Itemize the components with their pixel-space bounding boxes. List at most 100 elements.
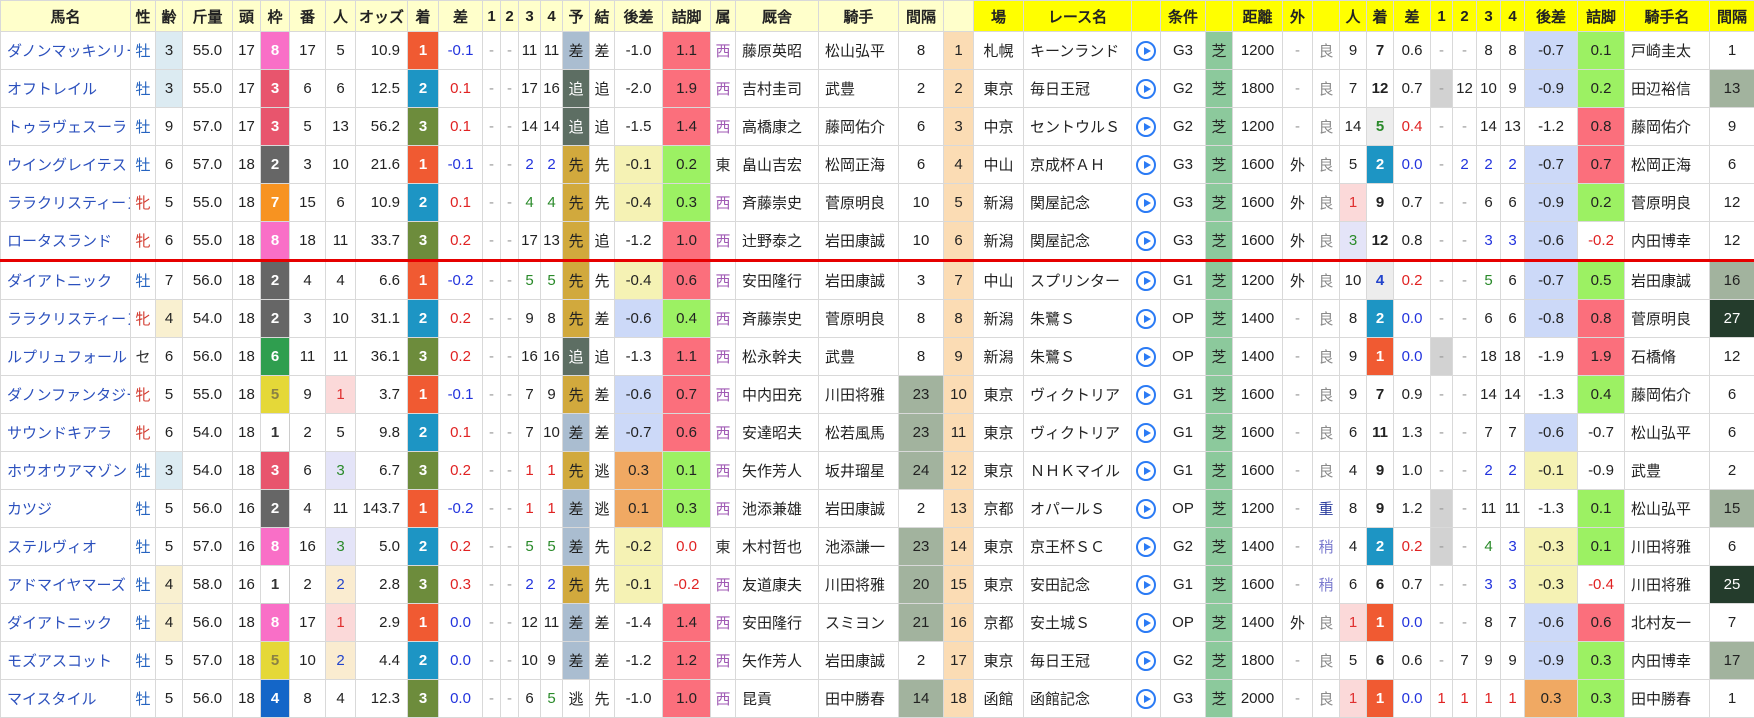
cell-hist-jockey: 内田博幸	[1625, 642, 1710, 680]
replay-play-button[interactable]	[1136, 385, 1156, 405]
horse-name-link[interactable]: ダノンマッキンリー	[7, 43, 131, 60]
cell-outer-course: 外	[1283, 222, 1313, 261]
cell-finish-position: 2	[408, 528, 439, 566]
cell-track: 札幌	[974, 32, 1024, 70]
horse-name-link[interactable]: アドマイヤマーズ	[7, 577, 126, 594]
horse-name-link[interactable]: トゥラヴェスーラ	[7, 119, 127, 136]
replay-play-button[interactable]	[1136, 689, 1156, 709]
cell-hist-popularity: 4	[1340, 528, 1367, 566]
replay-play-button[interactable]	[1136, 193, 1156, 213]
horse-name-link[interactable]: ウイングレイテスト	[7, 157, 131, 174]
replay-play-button[interactable]	[1136, 309, 1156, 329]
cell-hist-pass-position-3: 3	[1477, 566, 1501, 604]
cell-pass-position-1: -	[483, 414, 501, 452]
horse-name-link[interactable]: ルプリュフォール	[7, 349, 127, 366]
horse-name-link[interactable]: ロータスランド	[7, 233, 112, 250]
cell-closing-kick: 0.3	[663, 184, 711, 222]
horse-name-link[interactable]: ダイアトニック	[7, 273, 112, 290]
cell-hist-pass-position-3: 4	[1477, 528, 1501, 566]
horse-name-link[interactable]: ステルヴィオ	[7, 539, 97, 556]
replay-play-button[interactable]	[1136, 117, 1156, 137]
replay-play-button[interactable]	[1136, 537, 1156, 557]
cell-race-name: オパールＳ	[1024, 490, 1132, 528]
horse-name-link[interactable]: カツジ	[7, 501, 52, 518]
column-header-region: 属	[711, 1, 736, 32]
cell-going: 良	[1313, 604, 1340, 642]
cell-odds: 4.4	[356, 642, 408, 680]
cell-hist-jockey: 石橋脩	[1625, 338, 1710, 376]
cell-sex: 牝	[131, 414, 156, 452]
cell-going: 良	[1313, 146, 1340, 184]
replay-play-button[interactable]	[1136, 271, 1156, 291]
replay-play-button[interactable]	[1136, 79, 1156, 99]
cell-running-style-result: 逃	[590, 490, 615, 528]
cell-running-style-result: 追	[590, 108, 615, 146]
replay-play-button[interactable]	[1136, 575, 1156, 595]
cell-odds: 56.2	[356, 108, 408, 146]
table-row: ルプリュフォールセ656.0186111136.130.2--1616追追-1.…	[1, 338, 1754, 376]
replay-play-button[interactable]	[1136, 155, 1156, 175]
cell-jockey: スミヨン	[819, 604, 899, 642]
cell-sex: セ	[131, 338, 156, 376]
cell-race-name: スプリンター	[1024, 261, 1132, 300]
replay-play-button[interactable]	[1136, 651, 1156, 671]
cell-hist-pass-position-3: 9	[1477, 642, 1501, 680]
cell-outer-course: -	[1283, 528, 1313, 566]
column-header-race-name: レース名	[1024, 1, 1132, 32]
cell-outer-course: -	[1283, 566, 1313, 604]
cell-odds: 6.6	[356, 261, 408, 300]
replay-play-button[interactable]	[1136, 423, 1156, 443]
cell-hist-jockey: 菅原明良	[1625, 300, 1710, 338]
cell-margin: 0.1	[439, 70, 483, 108]
cell-hist-pass-position-3: 7	[1477, 414, 1501, 452]
cell-jockey: 田中勝春	[819, 680, 899, 718]
horse-name-link[interactable]: モズアスコット	[7, 653, 112, 670]
cell-pass-position-4: 16	[541, 70, 563, 108]
replay-play-button[interactable]	[1136, 499, 1156, 519]
cell-carried-weight: 55.0	[183, 222, 233, 261]
horse-name-link[interactable]: サウンドキアラ	[7, 425, 112, 442]
cell-hist-pass-position-2: -	[1453, 222, 1477, 261]
cell-popularity: 1	[326, 604, 356, 642]
column-header-stable: 厩舎	[736, 1, 819, 32]
cell-hist-jockey: 岩田康誠	[1625, 261, 1710, 300]
cell-hist-pass-position-4: 14	[1501, 376, 1525, 414]
replay-play-button[interactable]	[1136, 461, 1156, 481]
table-row: カツジ牡556.0162411143.71-0.2--11差逃0.10.3西池添…	[1, 490, 1754, 528]
replay-play-button[interactable]	[1136, 613, 1156, 633]
replay-play-button[interactable]	[1136, 41, 1156, 61]
cell-horse-number: 15	[290, 184, 326, 222]
cell-pass-position-4: 9	[541, 376, 563, 414]
cell-track: 函館	[974, 680, 1024, 718]
cell-race-name: 関屋記念	[1024, 222, 1132, 261]
cell-hist-jockey: 武豊	[1625, 452, 1710, 490]
cell-field-size: 18	[233, 414, 261, 452]
cell-hist-jockey: 戸崎圭太	[1625, 32, 1710, 70]
replay-play-button[interactable]	[1136, 347, 1156, 367]
horse-name-link[interactable]: ララクリスティーヌ	[7, 311, 131, 328]
cell-hist-margin: 0.0	[1394, 146, 1431, 184]
cell-surface: 芝	[1206, 376, 1233, 414]
cell-popularity: 4	[326, 261, 356, 300]
cell-track: 東京	[974, 566, 1024, 604]
horse-name-link[interactable]: ダノンファンタジー	[7, 387, 131, 404]
cell-race-interval: 8	[899, 338, 944, 376]
cell-row-index: 6	[944, 222, 974, 261]
cell-hist-pass-position-2: -	[1453, 604, 1477, 642]
horse-name-link[interactable]: ララクリスティーヌ	[7, 195, 131, 212]
horse-name-link[interactable]: ホウオウアマゾン	[7, 463, 127, 480]
cell-popularity: 6	[326, 70, 356, 108]
cell-pass-position-3: 4	[519, 184, 541, 222]
replay-play-button[interactable]	[1136, 231, 1156, 251]
horse-name-link[interactable]: ダイアトニック	[7, 615, 112, 632]
horse-name-link[interactable]: マイスタイル	[7, 691, 97, 708]
cell-running-style-predicted: 差	[563, 604, 590, 642]
horse-name-link[interactable]: オフトレイル	[7, 81, 97, 98]
cell-closing-kick: 0.1	[663, 452, 711, 490]
cell-frame-number: 8	[261, 604, 290, 642]
cell-hist-popularity: 1	[1340, 604, 1367, 642]
table-row: サウンドキアラ牝654.0181259.820.1--710差差-0.70.6西…	[1, 414, 1754, 452]
cell-closing-kick: 1.2	[663, 642, 711, 680]
cell-odds: 6.7	[356, 452, 408, 490]
cell-hist-pass-position-2: -	[1453, 376, 1477, 414]
